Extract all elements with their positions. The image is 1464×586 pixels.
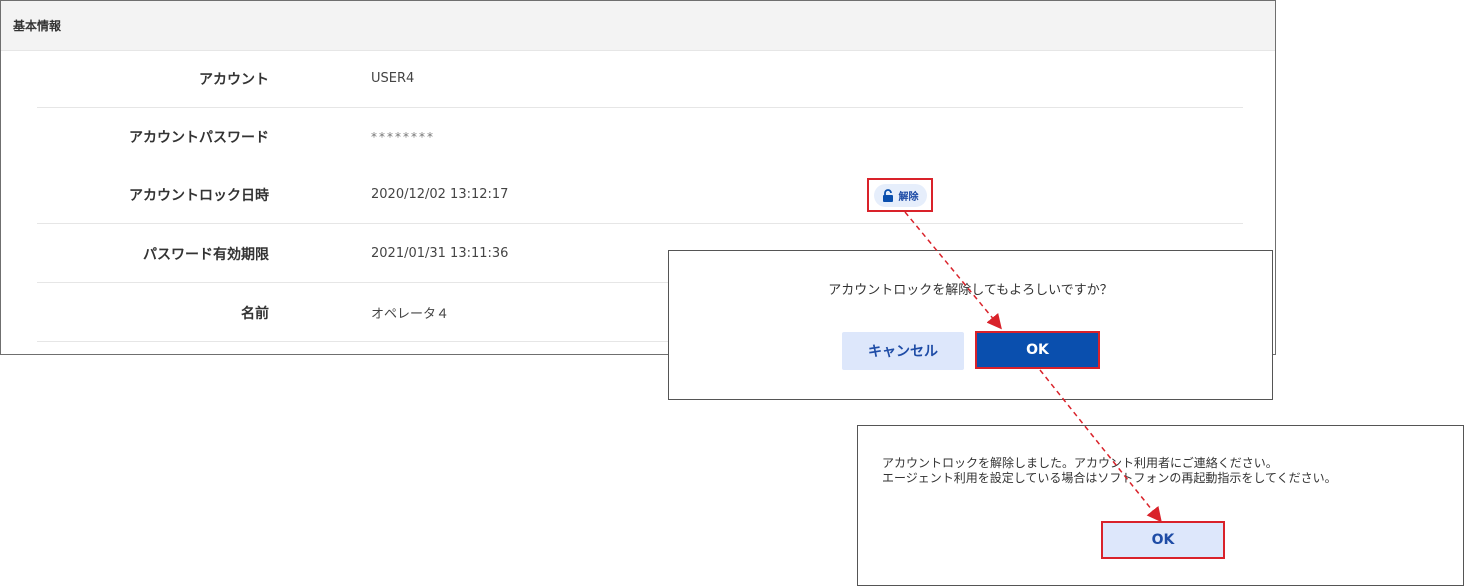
field-value: オペレータ４ bbox=[371, 307, 450, 322]
section-header: 基本情報 bbox=[1, 1, 1275, 51]
confirm-ok-button[interactable]: OK bbox=[975, 331, 1100, 369]
field-label: アカウントロック日時 bbox=[129, 187, 269, 204]
result-message-line1: アカウントロックを解除しました。アカウント利用者にご連絡ください。 bbox=[882, 456, 1278, 470]
field-label: 名前 bbox=[241, 305, 269, 322]
field-row-lock-datetime: アカウントロック日時 2020/12/02 13:12:17 bbox=[37, 166, 1243, 224]
field-row-password: アカウントパスワード ******** bbox=[37, 108, 1243, 166]
field-value: 2020/12/02 13:12:17 bbox=[371, 187, 509, 202]
confirm-message: アカウントロックを解除してもよろしいですか？ bbox=[828, 283, 1113, 298]
result-message-line2: エージェント利用を設定している場合はソフトフォンの再起動指示をしてください。 bbox=[882, 471, 1337, 485]
result-dialog: アカウントロックを解除しました。アカウント利用者にご連絡ください。 エージェント… bbox=[857, 425, 1464, 586]
confirm-dialog: アカウントロックを解除してもよろしいですか？ キャンセル OK bbox=[668, 250, 1273, 400]
unlock-icon bbox=[882, 188, 894, 202]
result-ok-button[interactable]: OK bbox=[1101, 521, 1225, 559]
field-label: アカウント bbox=[199, 71, 269, 88]
unlock-button[interactable]: 解除 bbox=[873, 183, 927, 207]
unlock-button-label: 解除 bbox=[898, 191, 919, 203]
result-message: アカウントロックを解除しました。アカウント利用者にご連絡ください。 エージェント… bbox=[882, 456, 1337, 486]
field-value: USER4 bbox=[371, 71, 415, 86]
field-value: 2021/01/31 13:11:36 bbox=[371, 246, 509, 261]
unlock-button-highlight[interactable]: 解除 bbox=[867, 178, 933, 212]
field-label: アカウントパスワード bbox=[129, 130, 269, 146]
cancel-button[interactable]: キャンセル bbox=[842, 332, 964, 370]
field-value: ******** bbox=[371, 130, 435, 144]
field-label: パスワード有効期限 bbox=[143, 246, 269, 263]
field-row-account: アカウント USER4 bbox=[37, 50, 1243, 108]
